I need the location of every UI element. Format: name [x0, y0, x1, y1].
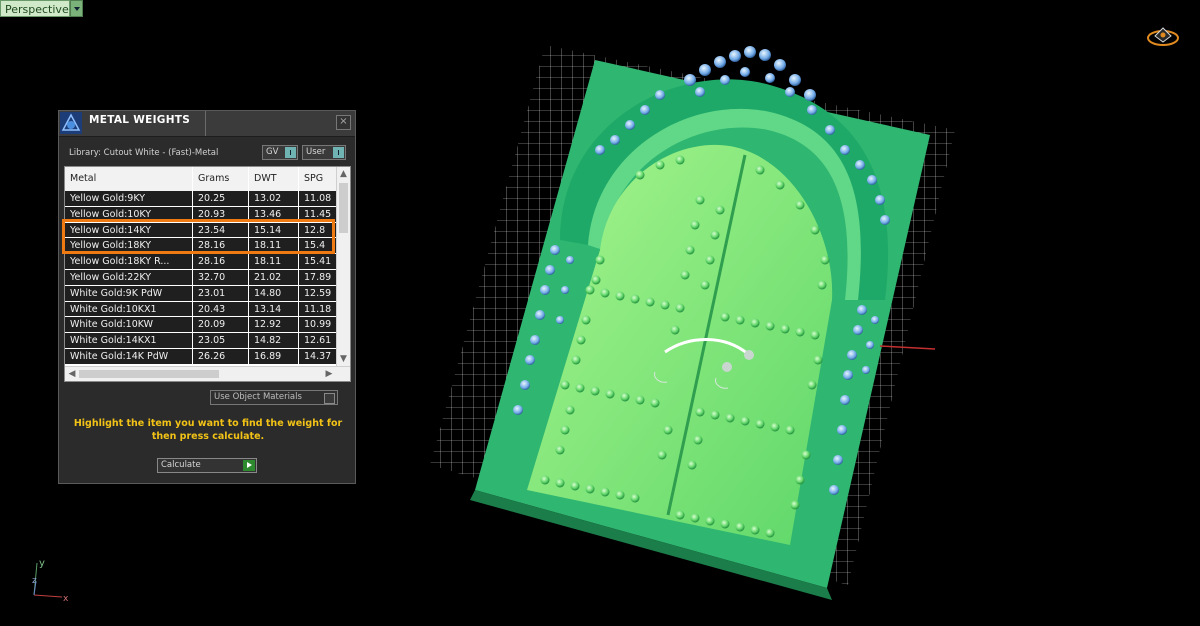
cell-grams: 20.93 [193, 206, 249, 222]
scroll-right-icon[interactable]: ▶ [324, 369, 334, 379]
title-divider [205, 111, 206, 136]
cell-grams: 20.43 [193, 301, 249, 317]
cell-metal: White Gold:10KX1 [65, 301, 193, 317]
user-label: User [306, 147, 326, 157]
cell-dwt: 21.02 [249, 269, 299, 285]
cell-spg: 11.08 [304, 193, 332, 204]
table-row[interactable]: White Gold:10KW 20.09 12.92 10.99 [65, 317, 339, 334]
gv-label: GV [266, 147, 279, 157]
table-row[interactable]: Yellow Gold:10KY 20.93 13.46 11.45 [65, 206, 339, 223]
scroll-thumb[interactable] [79, 370, 219, 378]
metal-weights-panel: METAL WEIGHTS × Library: Cutout White - … [58, 110, 356, 484]
cell-spg: 17.89 [304, 271, 332, 283]
cell-grams: 32.70 [193, 269, 249, 285]
use-object-materials-label: Use Object Materials [214, 392, 302, 402]
instruction-text: Highlight the item you want to find the … [73, 418, 343, 442]
cell-dwt: 18.11 [249, 238, 299, 254]
cell-spg: 10.99 [304, 319, 332, 331]
cell-grams: 28.16 [193, 254, 249, 270]
cell-metal: Yellow Gold:22KY [65, 269, 193, 285]
panel-title: METAL WEIGHTS [89, 114, 191, 126]
checkbox-icon[interactable] [324, 393, 335, 404]
cell-grams: 23.01 [193, 285, 249, 301]
cell-grams: 20.25 [193, 191, 249, 206]
column-header-metal[interactable]: Metal [65, 167, 193, 191]
table-horizontal-scrollbar[interactable]: ◀ ▶ [65, 366, 350, 381]
cell-spg: 15.41 [304, 256, 332, 268]
gv-dropdown[interactable]: GV [262, 145, 298, 160]
table-row[interactable]: White Gold:10KX1 20.43 13.14 11.18 [65, 301, 339, 318]
play-icon [243, 460, 255, 471]
chevron-down-icon [333, 147, 344, 158]
cell-metal: Yellow Gold:14KY [65, 222, 193, 238]
axis-z-label: z [32, 576, 37, 586]
cell-spg: 15.4 [304, 240, 326, 252]
view-cube-icon[interactable] [1147, 27, 1179, 46]
table-row[interactable]: White Gold:14K PdW 26.26 16.89 14.37 [65, 348, 339, 365]
cell-dwt: 14.80 [249, 285, 299, 301]
column-header-dwt[interactable]: DWT [249, 167, 299, 191]
axis-y-label: y [39, 558, 45, 569]
table-row[interactable]: White Gold:14KX1 23.05 14.82 12.61 [65, 333, 339, 349]
table-header: Metal Grams DWT SPG [65, 167, 339, 192]
cell-dwt: 14.82 [249, 333, 299, 349]
cell-dwt: 13.46 [249, 206, 299, 222]
close-button[interactable]: × [336, 115, 351, 130]
cell-metal: White Gold:14K PdW [65, 348, 193, 364]
table-row[interactable]: Yellow Gold:9KY 20.25 13.02 11.08 [65, 191, 339, 207]
cell-metal: White Gold:10KW [65, 317, 193, 333]
cell-grams: 28.16 [193, 238, 249, 254]
cell-metal: Yellow Gold:10KY [65, 206, 193, 222]
app-logo-icon [60, 112, 82, 134]
column-header-spg[interactable]: SPG [299, 167, 339, 191]
table-body: Yellow Gold:9KY 20.25 13.02 11.08 Yellow Go… [65, 191, 339, 365]
table-row[interactable]: White Gold:9K PdW 23.01 14.80 12.59 [65, 285, 339, 302]
axis-x-label: x [63, 594, 69, 604]
table-row[interactable]: Yellow Gold:18KY R... 28.16 18.11 15.41 [65, 254, 339, 270]
cell-dwt: 18.11 [249, 254, 299, 270]
cell-metal: Yellow Gold:9KY [65, 191, 193, 206]
cell-spg: 11.18 [304, 303, 332, 315]
calculate-button[interactable]: Calculate [157, 458, 257, 473]
table-row[interactable]: Yellow Gold:14KY 23.54 15.14 12.8 [65, 222, 339, 239]
chevron-down-icon [285, 147, 296, 158]
cell-dwt: 15.14 [249, 222, 299, 238]
use-object-materials-checkbox[interactable]: Use Object Materials [210, 390, 338, 405]
cell-metal: Yellow Gold:18KY R... [65, 254, 193, 270]
cell-spg: 11.45 [304, 208, 332, 220]
cell-dwt: 13.02 [249, 191, 299, 206]
cell-metal: White Gold:14KX1 [65, 333, 193, 349]
cell-dwt: 13.14 [249, 301, 299, 317]
table-row[interactable]: Yellow Gold:18KY 28.16 18.11 15.4 [65, 238, 339, 255]
library-label: Library: Cutout White - (Fast)-Metal [69, 148, 219, 158]
calculate-label: Calculate [161, 460, 201, 470]
cell-grams: 23.05 [193, 333, 249, 349]
user-dropdown[interactable]: User [302, 145, 346, 160]
cell-spg: 12.8 [304, 224, 326, 236]
axis-triad: y z x [32, 558, 69, 604]
cell-grams: 26.26 [193, 348, 249, 364]
cell-spg: 12.61 [304, 335, 332, 347]
cell-spg: 14.37 [304, 350, 332, 362]
cell-grams: 20.09 [193, 317, 249, 333]
cell-dwt: 12.92 [249, 317, 299, 333]
metal-table: Metal Grams DWT SPG Yellow Gold:9KY 20.25… [64, 166, 351, 382]
column-header-grams[interactable]: Grams [193, 167, 249, 191]
cell-spg: 12.59 [304, 287, 332, 299]
cell-metal: Yellow Gold:18KY [65, 238, 193, 254]
panel-titlebar[interactable]: METAL WEIGHTS × [59, 111, 355, 137]
cell-dwt: 16.89 [249, 348, 299, 364]
scroll-thumb[interactable] [339, 183, 348, 233]
scroll-up-icon[interactable]: ▲ [339, 170, 348, 179]
table-vertical-scrollbar[interactable]: ▲ ▼ [336, 167, 350, 367]
table-row[interactable]: Yellow Gold:22KY 32.70 21.02 17.89 [65, 269, 339, 286]
scroll-down-icon[interactable]: ▼ [339, 355, 348, 364]
cell-grams: 23.54 [193, 222, 249, 238]
cell-metal: White Gold:9K PdW [65, 285, 193, 301]
scroll-left-icon[interactable]: ◀ [67, 369, 77, 379]
